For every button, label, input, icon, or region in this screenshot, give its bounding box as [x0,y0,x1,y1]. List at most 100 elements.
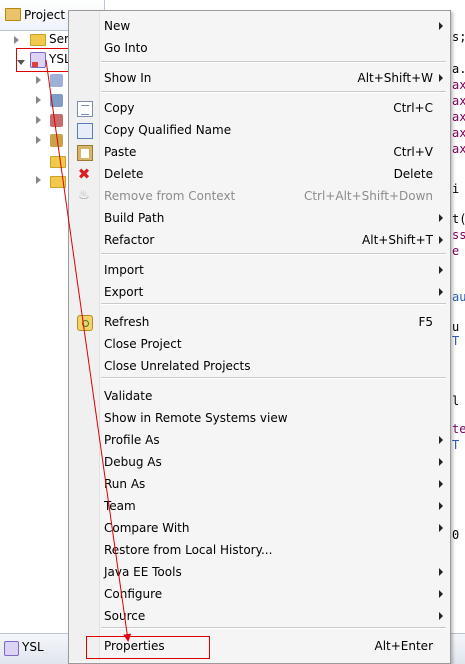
menu-item-copy-qualified-name[interactable]: Copy Qualified Name [69,119,450,141]
editor-code-fragment: t( [452,212,465,226]
menu-item-build-path[interactable]: Build Path [69,207,450,229]
properties-highlight-box [86,636,210,659]
submenu-arrow-icon [439,524,443,532]
menu-item-label: Source [104,609,146,623]
menu-item-source[interactable]: Source [69,605,450,627]
menu-item-label: Run As [104,477,146,491]
editor-code-fragment: a. [452,62,465,76]
editor-code-fragment: ax [452,94,465,108]
menu-item-label: Debug As [104,455,162,469]
project-icon [4,641,19,656]
library-icon [50,74,63,87]
menu-item-new[interactable]: New [69,15,450,37]
server-folder-icon [30,34,46,46]
menu-item-label: Show In [104,71,152,85]
folder-icon [5,8,21,21]
editor-code-fragment: ss [452,228,465,242]
menu-item-label: Delete [104,167,144,181]
folder-icon [50,156,66,168]
menu-item-label: Remove from Context [104,189,236,203]
menu-item-shortcut: Ctrl+Alt+Shift+Down [303,189,433,203]
editor-code-fragment: T [452,334,460,348]
menu-item-label: Refresh [104,315,150,329]
menu-item-compare-with[interactable]: Compare With [69,517,450,539]
editor-code-fragment: i [452,182,460,196]
editor-code-fragment: te [452,422,465,436]
menu-item-validate[interactable]: Validate [69,385,450,407]
submenu-arrow-icon [439,436,443,444]
refresh-icon [77,315,93,331]
error-package-icon [50,114,63,127]
bottom-view-label: YSL [22,640,44,654]
menu-item-copy[interactable]: Copy Ctrl+C [69,97,450,119]
menu-item-label: Refactor [104,233,155,247]
editor-code-fragment: au [452,290,465,304]
menu-item-team[interactable]: Team [69,495,450,517]
menu-item-run-as[interactable]: Run As [69,473,450,495]
menu-item-refresh[interactable]: Refresh F5 [69,311,450,333]
editor-code-fragment: s; [452,30,465,44]
submenu-arrow-icon [439,236,443,244]
context-menu: New Go Into Show In Alt+Shift+W Copy Ctrl+C Co… [68,10,451,664]
menu-item-label: Export [104,285,144,299]
menu-item-label: Close Project [104,337,182,351]
submenu-arrow-icon [439,214,443,222]
menu-item-label: New [104,19,131,33]
submenu-arrow-icon [439,480,443,488]
expand-icon[interactable] [36,136,41,144]
folder-icon [50,176,66,188]
menu-item-profile-as[interactable]: Profile As [69,429,450,451]
expand-icon[interactable] [14,36,19,44]
menu-item-java-ee-tools[interactable]: Java EE Tools [69,561,450,583]
menu-item-show-in-remote-systems-view[interactable]: Show in Remote Systems view [69,407,450,429]
menu-item-label: Close Unrelated Projects [104,359,251,373]
menu-item-label: Configure [104,587,163,601]
editor-code-fragment: e [452,244,460,258]
menu-item-show-in[interactable]: Show In Alt+Shift+W [69,67,450,89]
menu-item-label: Team [104,499,136,513]
jre-library-icon [50,94,63,107]
menu-item-label: Restore from Local History... [104,543,273,557]
menu-item-label: Validate [104,389,153,403]
expand-icon[interactable] [36,76,41,84]
menu-item-configure[interactable]: Configure [69,583,450,605]
editor-code-fragment: ax [452,142,465,156]
copy-qualified-icon [77,123,93,139]
expand-icon[interactable] [36,116,41,124]
menu-item-shortcut: Ctrl+V [393,145,433,159]
menu-item-export[interactable]: Export [69,281,450,303]
menu-item-debug-as[interactable]: Debug As [69,451,450,473]
menu-item-restore-from-local-history[interactable]: Restore from Local History... [69,539,450,561]
submenu-arrow-icon [439,590,443,598]
submenu-arrow-icon [439,266,443,274]
menu-item-label: Paste [104,145,137,159]
menu-item-close-unrelated-projects[interactable]: Close Unrelated Projects [69,355,450,377]
editor-code-fragment: u [452,320,460,334]
menu-item-paste[interactable]: Paste Ctrl+V [69,141,450,163]
menu-item-refactor[interactable]: Refactor Alt+Shift+T [69,229,450,251]
menu-item-go-into[interactable]: Go Into [69,37,450,59]
copy-icon [77,101,93,117]
library-jar-icon [50,134,63,147]
submenu-arrow-icon [439,22,443,30]
menu-separator [101,253,446,255]
tree-item-server[interactable]: Ser [49,32,69,46]
menu-separator [101,61,446,63]
editor-code-fragment: ax [452,110,465,124]
submenu-arrow-icon [439,74,443,82]
submenu-arrow-icon [439,612,443,620]
menu-separator [101,303,446,305]
menu-item-close-project[interactable]: Close Project [69,333,450,355]
menu-item-label: Copy [104,101,135,115]
editor-code-fragment: ax [452,126,465,140]
menu-separator [101,377,446,379]
menu-item-delete[interactable]: ✖ Delete Delete [69,163,450,185]
menu-item-label: Copy Qualified Name [104,123,232,137]
delete-icon: ✖ [77,165,91,183]
menu-item-import[interactable]: Import [69,259,450,281]
editor-code-fragment: T [452,438,460,452]
menu-separator [101,91,446,93]
menu-item-label: Import [104,263,144,277]
expand-icon[interactable] [36,176,41,184]
expand-icon[interactable] [36,96,41,104]
